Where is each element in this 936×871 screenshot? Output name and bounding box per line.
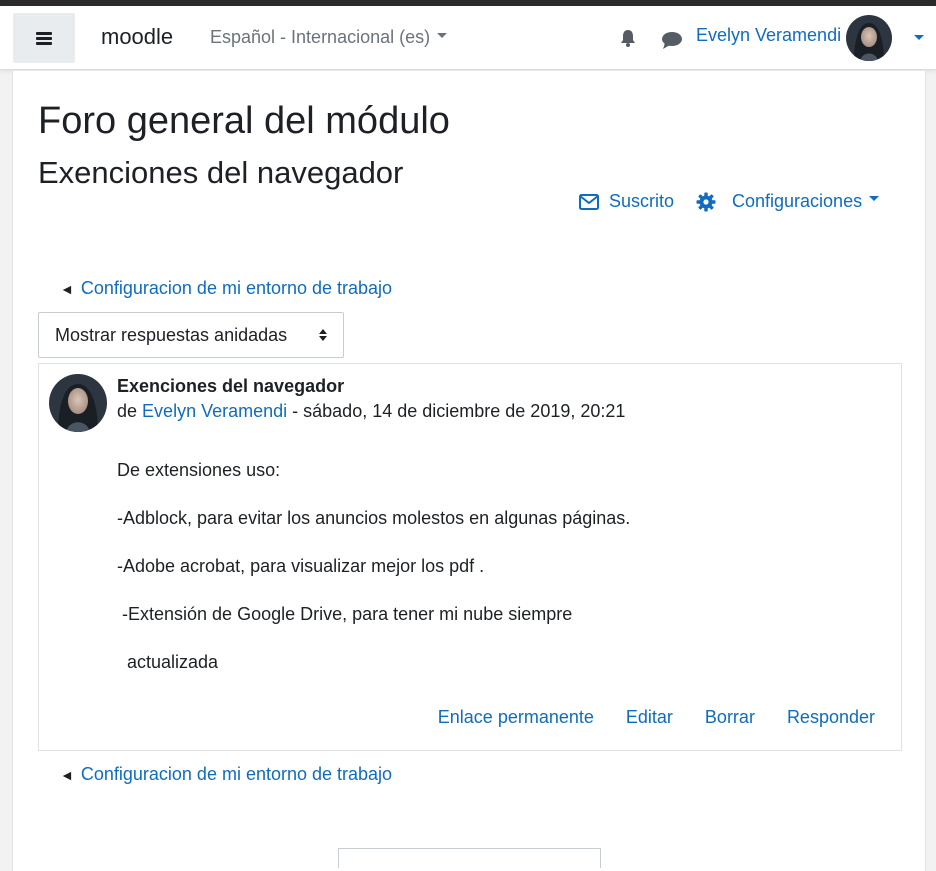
post-author-link[interactable]: Evelyn Veramendi — [142, 401, 287, 421]
forum-post: Exenciones del navegador de Evelyn Veram… — [38, 363, 902, 751]
delete-link[interactable]: Borrar — [705, 707, 755, 728]
post-body: De extensiones uso: -Adblock, para evita… — [117, 459, 877, 699]
discussion-title: Exenciones del navegador — [38, 155, 404, 190]
post-actions: Enlace permanente Editar Borrar Responde… — [438, 707, 875, 728]
user-menu-name[interactable]: Evelyn Veramendi — [696, 25, 841, 46]
language-selector[interactable]: Español - Internacional (es) — [210, 27, 448, 48]
post-paragraph: -Adobe acrobat, para visualizar mejor lo… — [117, 556, 485, 576]
bottom-discussion-label: Configuracion de mi entorno de trabajo — [80, 764, 393, 784]
menu-button[interactable] — [13, 13, 75, 63]
reply-link[interactable]: Responder — [787, 707, 875, 728]
chevron-down-icon — [437, 32, 448, 38]
post-paragraph: De extensiones uso: — [117, 460, 281, 480]
prev-discussion-label: Configuracion de mi entorno de trabajo — [80, 278, 393, 298]
menu-icon — [36, 31, 52, 45]
bell-icon[interactable] — [618, 28, 638, 48]
bottom-select[interactable] — [338, 848, 601, 868]
settings-label: Configuraciones — [732, 191, 863, 211]
settings-dropdown[interactable]: Configuraciones — [696, 191, 880, 212]
edit-link[interactable]: Editar — [626, 707, 673, 728]
avatar[interactable] — [846, 15, 892, 61]
post-byline: de Evelyn Veramendi - sábado, 14 de dici… — [117, 401, 625, 422]
select-arrows-icon — [319, 329, 327, 341]
post-paragraph: -Extensión de Google Drive, para tener m… — [117, 604, 573, 624]
byline-prefix: de — [117, 401, 138, 421]
chevron-down-icon[interactable] — [914, 32, 924, 50]
subscribed-label: Suscrito — [609, 191, 675, 211]
post-date: - sábado, 14 de diciembre de 2019, 20:21 — [292, 401, 626, 421]
site-brand[interactable]: moodle — [101, 24, 173, 50]
course-title: Foro general del módulo — [38, 100, 450, 142]
post-subject: Exenciones del navegador — [117, 376, 345, 396]
display-mode-value: Mostrar respuestas anidadas — [55, 324, 288, 345]
chat-icon[interactable] — [660, 30, 684, 50]
permalink-link[interactable]: Enlace permanente — [438, 707, 594, 728]
arrow-left-icon: ◄ — [60, 281, 74, 297]
display-mode-select[interactable]: Mostrar respuestas anidadas — [38, 312, 344, 358]
subscribed-button[interactable]: Suscrito — [579, 191, 674, 212]
gear-icon — [696, 192, 716, 211]
chevron-down-icon — [869, 196, 880, 201]
prev-discussion-link[interactable]: ◄ Configuracion de mi entorno de trabajo — [60, 278, 392, 299]
avatar[interactable] — [49, 374, 107, 432]
post-paragraph: actualizada — [117, 652, 219, 672]
arrow-left-icon: ◄ — [60, 767, 74, 783]
navbar: moodle Español - Internacional (es) Evel… — [0, 6, 936, 70]
language-label: Español - Internacional (es) — [210, 27, 431, 47]
post-paragraph: -Adblock, para evitar los anuncios moles… — [117, 508, 631, 528]
envelope-icon — [579, 193, 599, 210]
bottom-discussion-link[interactable]: ◄ Configuracion de mi entorno de trabajo — [60, 764, 392, 785]
